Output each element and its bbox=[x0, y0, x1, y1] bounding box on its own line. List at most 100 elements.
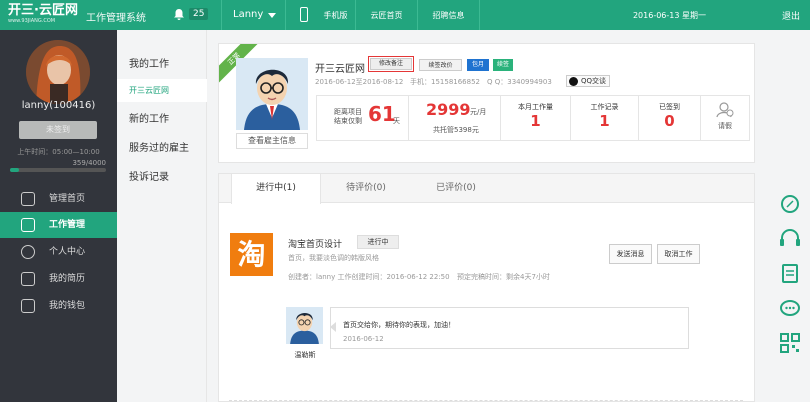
sidebar-item-label: 我的简历 bbox=[49, 274, 86, 284]
stat-work-records: 工作记录 1 bbox=[571, 96, 639, 140]
top-bar: 开三·云匠网 www.93JIANG.COM 工作管理系统 25 Lanny 手… bbox=[0, 0, 810, 30]
nav-mobile[interactable]: 手机版 bbox=[286, 0, 356, 30]
nav-mobile-label: 手机版 bbox=[323, 11, 348, 20]
stat-value: 0 bbox=[664, 112, 675, 130]
comment-date: 2016-06-12 bbox=[343, 335, 384, 343]
progress-fill bbox=[10, 168, 19, 172]
days-left-label-2: 结束仅剩 bbox=[334, 117, 362, 125]
headset-icon[interactable] bbox=[770, 225, 810, 253]
work-tabs: 进行中(1) 待评价(0) 已评价(0) bbox=[219, 174, 754, 204]
sidebar-item-wallet[interactable]: 我的钱包 bbox=[0, 293, 117, 319]
progress-bar bbox=[10, 168, 106, 172]
wallet-icon bbox=[21, 299, 35, 313]
employer-name: 开三云匠网 bbox=[315, 64, 365, 75]
cancel-job-button[interactable]: 取消工作 bbox=[657, 244, 700, 264]
leave-icon bbox=[716, 102, 734, 118]
sidebar-item-dashboard[interactable]: 管理首页 bbox=[0, 186, 117, 212]
renew-price-button[interactable]: 续签改价 bbox=[419, 59, 462, 71]
current-date: 2016-06-13 星期一 bbox=[632, 11, 706, 20]
qq-icon bbox=[569, 77, 578, 86]
edit-note-button[interactable]: 修改备注 bbox=[368, 56, 414, 72]
logo-sub: www.93JIANG.COM bbox=[8, 18, 56, 24]
user-dropdown[interactable]: Lanny bbox=[221, 0, 286, 30]
logo-main: 开三·云匠网 bbox=[8, 3, 78, 18]
employer-card: 正常 查看雇主信息 开三云匠网 修改备注 续签改价 包月 续签 2016-06-… bbox=[218, 43, 755, 163]
compass-icon[interactable] bbox=[770, 190, 810, 218]
sub-nav: 我的工作 开三云匠网 新的工作 服务过的雇主 投诉记录 bbox=[117, 30, 207, 402]
taobao-icon: 淘 bbox=[230, 233, 273, 276]
sidebar-item-resume[interactable]: 我的简历 bbox=[0, 266, 117, 292]
checkin-button[interactable]: 未签到 bbox=[19, 121, 97, 139]
stat-signed-in: 已签到 0 bbox=[639, 96, 701, 140]
days-left-label-1: 距离项目 bbox=[334, 108, 362, 116]
edit-note-label: 修改备注 bbox=[370, 58, 412, 70]
divider bbox=[229, 400, 743, 401]
system-name: 工作管理系统 bbox=[86, 13, 146, 24]
exit-link[interactable]: 退出 bbox=[782, 9, 800, 22]
send-message-button[interactable]: 发送消息 bbox=[609, 244, 652, 264]
stat-label: 已签到 bbox=[659, 103, 680, 111]
sidebar-item-label: 我的钱包 bbox=[49, 301, 86, 311]
nav-home-label: 云匠首页 bbox=[370, 11, 403, 20]
stat-value: 1 bbox=[530, 112, 541, 130]
notification-count[interactable]: 25 bbox=[189, 8, 209, 20]
stat-value: 1 bbox=[599, 112, 610, 130]
progress-text: 359/4000 bbox=[72, 159, 106, 167]
job-status-badge: 进行中 bbox=[357, 235, 399, 249]
sidebar-username: lanny(100416) bbox=[21, 100, 96, 111]
stat-days-left: 距离项目 结束仅剩 61 天 bbox=[317, 96, 409, 140]
qrcode-icon[interactable] bbox=[770, 330, 810, 358]
leave-button[interactable]: 请假 bbox=[701, 96, 749, 140]
sidebar: lanny(100416) 未签到 上午时间：05:00—10:00 359/4… bbox=[0, 30, 117, 402]
sidebar-item-label: 管理首页 bbox=[49, 194, 86, 204]
commenter-name: 温勒斯 bbox=[294, 351, 316, 359]
subnav-served-employers[interactable]: 服务过的雇主 bbox=[117, 137, 207, 160]
bell-icon[interactable] bbox=[173, 8, 187, 22]
work-time: 上午时间：05:00—10:00 bbox=[17, 148, 100, 156]
job-creator: 创建者：lanny 工作创建时间：2016-06-12 22:50 bbox=[288, 273, 450, 281]
comment-text: 首页交给你，期待你的表现，加油！ bbox=[343, 321, 455, 329]
employer-qq: Q Q：3340994903 bbox=[487, 78, 552, 86]
edit-document-icon[interactable] bbox=[770, 260, 810, 288]
days-left-value: 61 bbox=[368, 102, 396, 126]
sidebar-item-label: 工作管理 bbox=[49, 220, 86, 230]
leave-label: 请假 bbox=[718, 122, 732, 130]
qq-chat-button[interactable]: QQ交谈 bbox=[566, 75, 611, 87]
nav-jobs-label: 招聘信息 bbox=[432, 11, 465, 20]
price-unit: 元/月 bbox=[470, 108, 487, 116]
comment-bubble: 首页交给你，期待你的表现，加油！ 2016-06-12 bbox=[330, 307, 689, 349]
subnav-new-work[interactable]: 新的工作 bbox=[117, 108, 207, 131]
nav-home[interactable]: 云匠首页 bbox=[356, 0, 418, 30]
tab-in-progress[interactable]: 进行中(1) bbox=[231, 174, 321, 204]
tab-reviewed[interactable]: 已评价(0) bbox=[411, 174, 501, 203]
job-description: 首页，我要淡色调的韩版风格 bbox=[288, 254, 379, 262]
subnav-complaints[interactable]: 投诉记录 bbox=[117, 166, 207, 189]
user-name: Lanny bbox=[233, 9, 264, 20]
stat-price: 2999 元/月 共托管5398元 bbox=[409, 96, 501, 140]
right-toolbar bbox=[770, 30, 810, 402]
document-icon bbox=[21, 272, 35, 286]
employer-avatar bbox=[236, 58, 308, 130]
monthly-badge: 包月 bbox=[467, 59, 489, 71]
home-icon bbox=[21, 192, 35, 206]
subnav-my-work[interactable]: 我的工作 bbox=[117, 53, 207, 76]
qq-chat-label: QQ交谈 bbox=[581, 77, 607, 85]
sidebar-item-work[interactable]: 工作管理 bbox=[0, 212, 117, 238]
stats-row: 距离项目 结束仅剩 61 天 2999 元/月 共托管5398元 本月工作量 1… bbox=[316, 95, 750, 141]
main-content: 正常 查看雇主信息 开三云匠网 修改备注 续签改价 包月 续签 2016-06-… bbox=[207, 30, 770, 402]
chat-icon[interactable] bbox=[770, 295, 810, 323]
avatar[interactable] bbox=[26, 40, 90, 104]
renewed-badge: 续签 bbox=[493, 59, 513, 71]
tab-pending-review[interactable]: 待评价(0) bbox=[321, 174, 411, 203]
job-title[interactable]: 淘宝首页设计 bbox=[288, 237, 342, 250]
view-employer-button[interactable]: 查看雇主信息 bbox=[236, 133, 308, 149]
sidebar-item-profile[interactable]: 个人中心 bbox=[0, 239, 117, 265]
stat-label: 本月工作量 bbox=[518, 103, 553, 111]
nav-jobs[interactable]: 招聘信息 bbox=[418, 0, 480, 30]
bubble-arrow bbox=[325, 322, 336, 332]
employer-phone: 手机：15158166852 bbox=[410, 78, 480, 86]
stat-label: 工作记录 bbox=[590, 103, 619, 111]
logo[interactable]: 开三·云匠网 www.93JIANG.COM bbox=[8, 4, 84, 26]
subnav-current-employer[interactable]: 开三云匠网 bbox=[117, 79, 207, 102]
work-list-card: 进行中(1) 待评价(0) 已评价(0) 淘 淘宝首页设计 进行中 首页，我要淡… bbox=[218, 173, 755, 402]
